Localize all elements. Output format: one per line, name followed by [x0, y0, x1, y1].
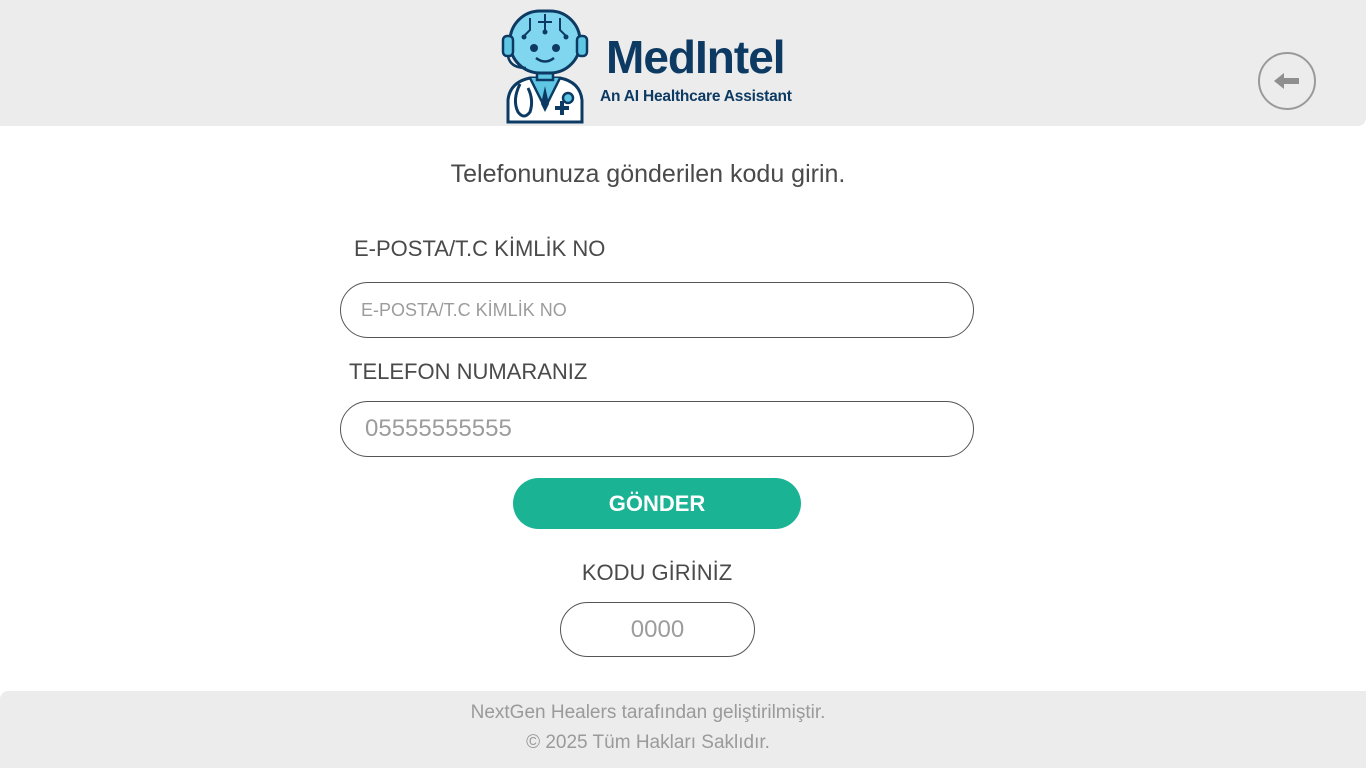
footer-credit: NextGen Healers tarafından geliştirilmiş… — [470, 702, 826, 723]
arrow-left-icon — [1274, 73, 1299, 89]
logo: MedIntel An AI Healthcare Assistant — [500, 8, 810, 124]
send-button[interactable]: GÖNDER — [513, 478, 801, 529]
phone-field[interactable] — [340, 401, 974, 457]
header: MedIntel An AI Healthcare Assistant — [0, 0, 1366, 126]
footer: NextGen Healers tarafından geliştirilmiş… — [0, 691, 1366, 768]
doctor-robot-icon — [501, 9, 589, 124]
footer-copyright: © 2025 Tüm Hakları Saklıdır. — [526, 732, 770, 753]
code-field[interactable] — [560, 602, 755, 657]
code-label: KODU GİRİNİZ — [581, 560, 733, 585]
phone-label: TELEFON NUMARANIZ — [349, 359, 588, 384]
brand-subtitle: An AI Healthcare Assistant — [600, 88, 792, 105]
email-label: E-POSTA/T.C KİMLİK NO — [354, 236, 606, 261]
email-field[interactable] — [340, 282, 974, 338]
page-instruction: Telefonunuza gönderilen kodu girin. — [450, 160, 846, 188]
brand-title: MedIntel — [606, 31, 786, 83]
back-button[interactable] — [1258, 52, 1316, 110]
